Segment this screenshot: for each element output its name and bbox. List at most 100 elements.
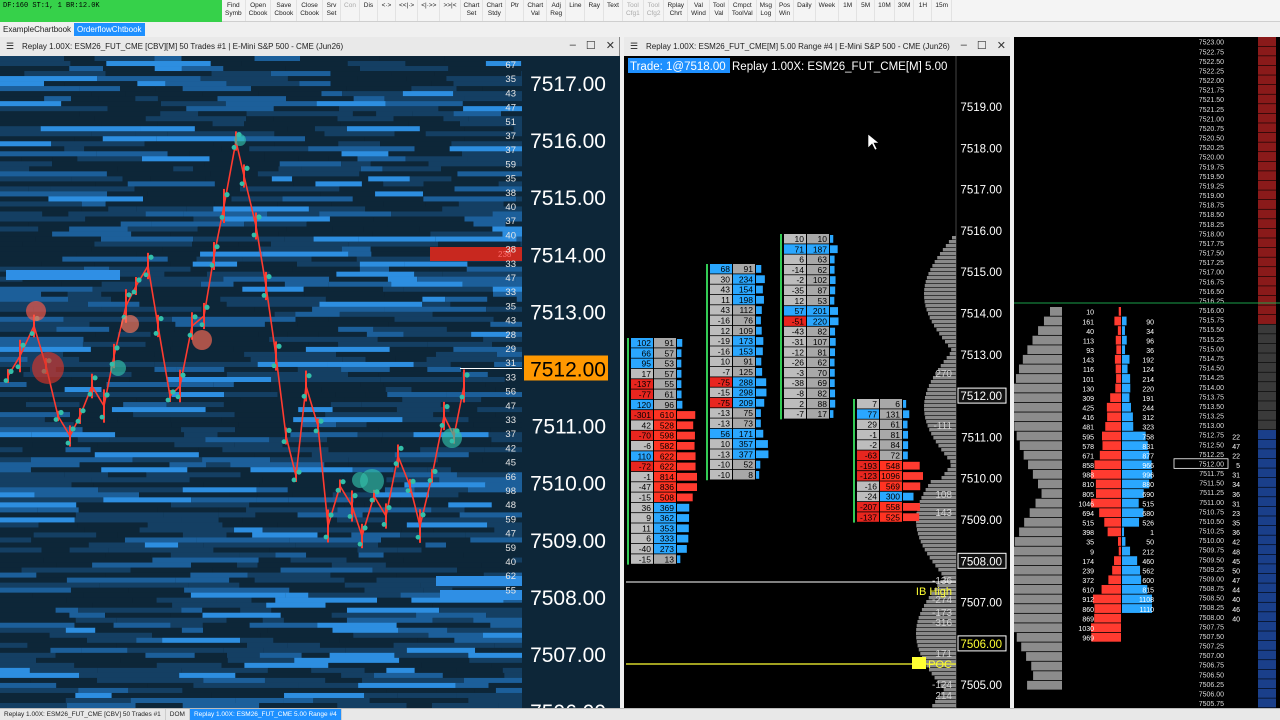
heatmap-cell xyxy=(383,382,486,388)
profile-bar xyxy=(926,276,956,280)
window-tab-0[interactable]: Replay 1.00X: ESM26_FUT_CME [CBV] 50 Tra… xyxy=(0,709,166,720)
toolbar-button-29[interactable]: 1M xyxy=(839,0,858,21)
toolbar-button-31[interactable]: 10M xyxy=(875,0,895,21)
heatmap-cell xyxy=(182,86,251,92)
dom-side-cell xyxy=(1258,592,1276,602)
heatmap-cell xyxy=(308,592,401,598)
toolbar-button-2[interactable]: Save Cbook xyxy=(271,0,298,21)
heatmap-cell xyxy=(202,91,259,97)
toolbar-button-0[interactable]: Find Symb xyxy=(222,0,246,21)
heatmap-cell xyxy=(233,281,285,288)
trade-dot xyxy=(415,534,421,540)
toolbar-button-13[interactable]: Ptr xyxy=(506,0,525,21)
toolbar-button-16[interactable]: Line xyxy=(566,0,586,21)
toolbar-button-22[interactable]: Val Wind xyxy=(688,0,710,21)
toolbar-button-10[interactable]: >>|< xyxy=(440,0,461,21)
bid-volume: 869 xyxy=(1082,616,1094,623)
dom-window[interactable]: 7523.00 7522.75 7522.50 7522.25 7522.00 7521.… xyxy=(1014,37,1280,708)
toolbar-button-27[interactable]: Daily xyxy=(794,0,816,21)
left-window-titlebar[interactable]: ☰ Replay 1.00X: ESM26_FUT_CME [CBV][M] 5… xyxy=(0,37,619,56)
chartbook-tab-0[interactable]: ExampleChartbook xyxy=(0,23,74,36)
toolbar-button-11[interactable]: Chart Set xyxy=(461,0,484,21)
toolbar-button-15[interactable]: Adj Reg xyxy=(547,0,567,21)
heatmap-cell xyxy=(91,246,163,252)
heatmap-cell xyxy=(0,432,32,438)
toolbar-button-34[interactable]: 15m xyxy=(932,0,953,21)
toolbar-button-24[interactable]: Cmpct ToolVal xyxy=(729,0,757,21)
maximize-icon[interactable]: ☐ xyxy=(977,39,987,52)
heatmap-cell xyxy=(285,66,360,72)
heatmap-cell xyxy=(0,557,44,563)
heatmap-cell xyxy=(316,101,386,107)
trade-dot xyxy=(192,314,198,320)
menu-icon[interactable]: ☰ xyxy=(6,41,16,52)
heatmap-cell xyxy=(385,387,412,393)
toolbar-button-33[interactable]: 1H xyxy=(914,0,933,21)
profile-bar xyxy=(930,480,956,484)
dom-profile-bar xyxy=(1021,642,1062,652)
heatmap-chart[interactable]: 2387517.007516.007515.007514.007513.0075… xyxy=(0,56,620,708)
chartbook-tab-1[interactable]: OrderflowChtbook xyxy=(74,23,145,36)
close-icon[interactable]: ✕ xyxy=(997,39,1006,52)
toolbar-button-4[interactable]: Srv Set xyxy=(323,0,342,21)
toolbar-button-25[interactable]: Msg Log xyxy=(757,0,776,21)
toolbar-button-7[interactable]: <·> xyxy=(378,0,396,21)
toolbar-button-8[interactable]: <<|·> xyxy=(396,0,419,21)
heatmap-cell xyxy=(295,316,329,323)
heatmap-cell xyxy=(289,587,365,593)
toolbar-button-20[interactable]: Tool Cfg2 xyxy=(644,0,665,21)
mid-chart-window[interactable]: ☰ Replay 1.00X: ESM26_FUT_CME[M] 5.00 Ra… xyxy=(624,37,1010,708)
menu-icon[interactable]: ☰ xyxy=(630,41,640,52)
toolbar-button-6[interactable]: Dis xyxy=(360,0,378,21)
toolbar-button-23[interactable]: Tool Val xyxy=(710,0,729,21)
toolbar-button-9[interactable]: <|·>> xyxy=(418,0,441,21)
footprint-chart[interactable]: Trade: 1@7518.00 Replay 1.00X: ESM26_FUT_… xyxy=(624,56,1010,708)
heatmap-cell xyxy=(448,502,492,508)
maximize-icon[interactable]: ☐ xyxy=(586,39,596,52)
heatmap-cell xyxy=(416,612,487,619)
heatmap-cell xyxy=(154,351,245,358)
ask-volume-bar xyxy=(1122,546,1131,556)
left-chart-window[interactable]: ☰ Replay 1.00X: ESM26_FUT_CME [CBV][M] 5… xyxy=(0,37,620,708)
ask-volume-bar xyxy=(1122,402,1131,412)
heatmap-cell xyxy=(364,692,398,699)
window-tab-1[interactable]: DOM xyxy=(166,709,190,720)
dom-price: 7511.50 xyxy=(1199,481,1224,488)
toolbar-button-30[interactable]: 5M xyxy=(857,0,876,21)
toolbar-button-26[interactable]: Pos Win xyxy=(776,0,795,21)
heatmap-cell xyxy=(0,697,66,704)
heatmap-cell xyxy=(181,427,236,433)
window-tab-2[interactable]: Replay 1.00X: ESM26_FUT_CME 5.00 Range #… xyxy=(189,709,342,720)
dom-ladder[interactable]: 7523.007522.757522.507522.257522.007521.… xyxy=(1014,37,1280,708)
toolbar-button-28[interactable]: Week xyxy=(816,0,840,21)
toolbar-button-1[interactable]: Open Cbook xyxy=(246,0,272,21)
heatmap-cell xyxy=(246,642,288,649)
toolbar-button-12[interactable]: Chart Stdy xyxy=(483,0,507,21)
heatmap-cell xyxy=(346,607,440,614)
toolbar-button-14[interactable]: Chart Val xyxy=(524,0,548,21)
dom-price: 7521.25 xyxy=(1199,107,1224,114)
heatmap-cell xyxy=(257,361,328,368)
heatmap-cell xyxy=(278,231,373,237)
toolbar-button-17[interactable]: Ray xyxy=(585,0,605,21)
dom-price: 7510.50 xyxy=(1199,519,1224,526)
toolbar-button-3[interactable]: Close Cbook xyxy=(297,0,324,21)
heatmap-cell xyxy=(105,201,215,207)
volume-label: 51 xyxy=(505,117,516,128)
toolbar-button-5[interactable]: Con xyxy=(341,0,360,21)
minimize-icon[interactable]: – xyxy=(570,39,576,52)
heatmap-cell xyxy=(0,321,90,328)
heatmap-cell xyxy=(381,437,492,443)
toolbar-button-18[interactable]: Text xyxy=(604,0,623,21)
toolbar-button-19[interactable]: Tool Cfg1 xyxy=(623,0,644,21)
profile-bar xyxy=(937,256,956,260)
mid-window-titlebar[interactable]: ☰ Replay 1.00X: ESM26_FUT_CME[M] 5.00 Ra… xyxy=(624,37,1010,56)
heatmap-cell xyxy=(71,96,99,102)
close-icon[interactable]: ✕ xyxy=(606,39,615,52)
delta-value: -40 xyxy=(639,544,652,554)
minimize-icon[interactable]: – xyxy=(961,39,967,52)
toolbar-button-32[interactable]: 30M xyxy=(895,0,915,21)
delta-value: -75 xyxy=(718,377,731,387)
toolbar-button-21[interactable]: Rplay Chrt xyxy=(664,0,689,21)
ask-volume-bar xyxy=(1122,422,1134,431)
